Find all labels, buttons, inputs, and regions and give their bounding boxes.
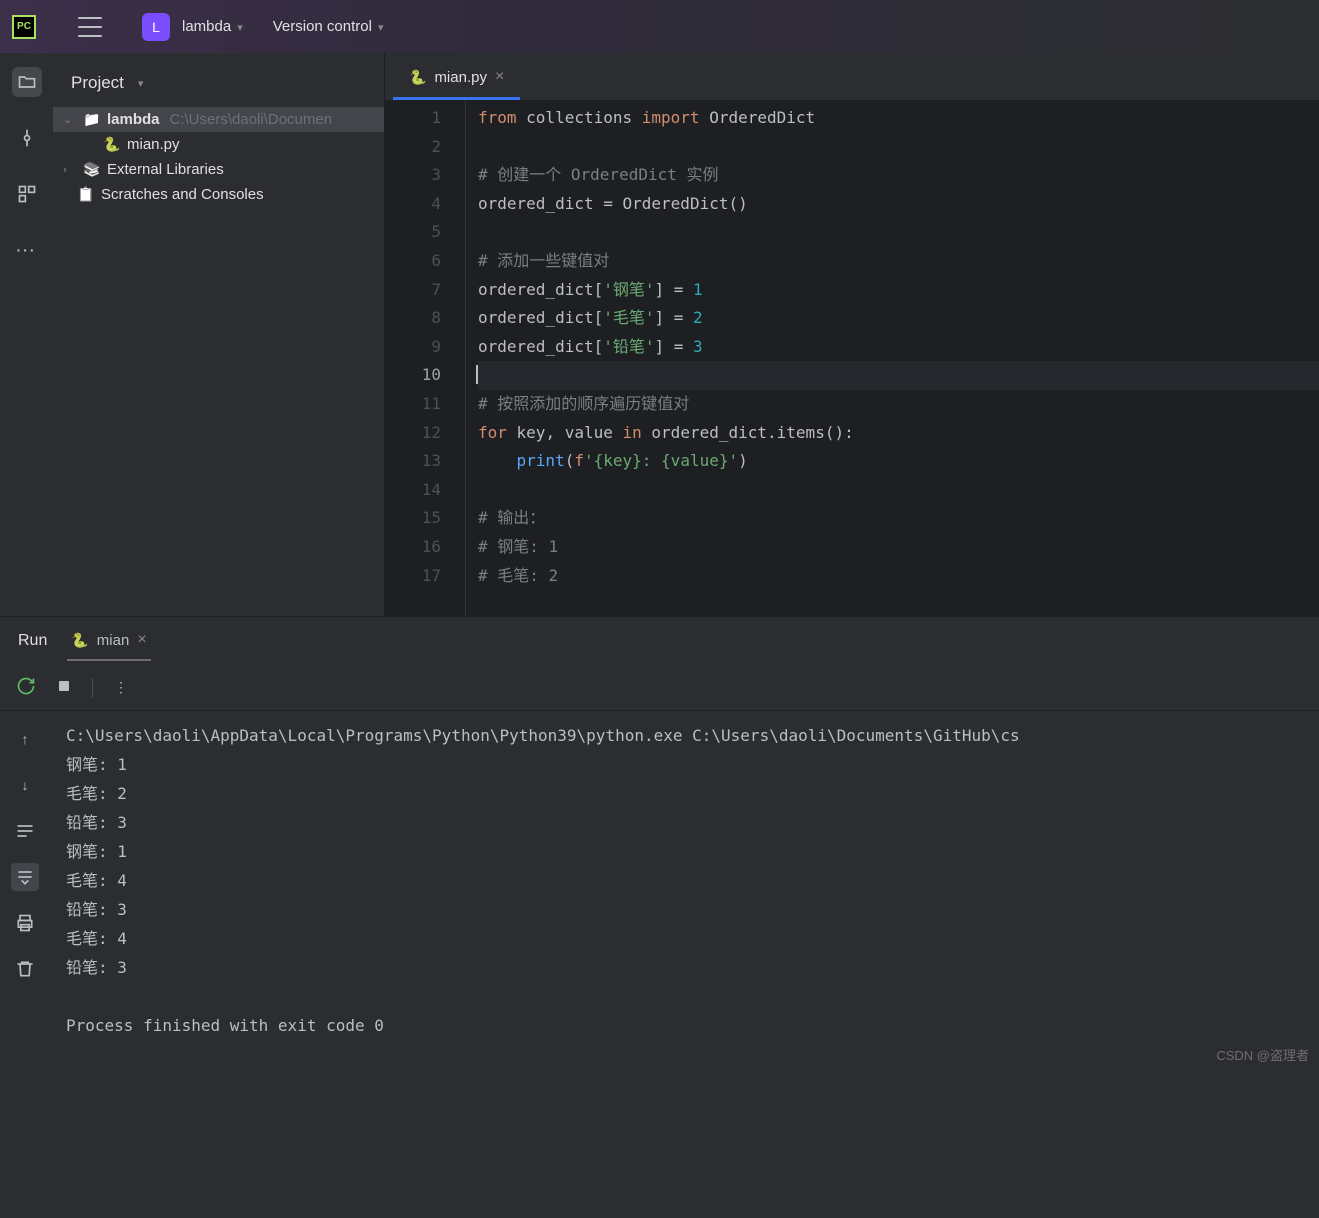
code-line[interactable]: # 创建一个 OrderedDict 实例 xyxy=(478,161,1319,190)
folder-icon xyxy=(83,111,101,128)
code-line[interactable]: # 添加一些键值对 xyxy=(478,247,1319,276)
left-tool-rail: ··· xyxy=(0,53,53,616)
more-tools-button[interactable]: ··· xyxy=(12,235,42,265)
expand-arrow-icon[interactable]: ⌄ xyxy=(63,113,77,126)
scratches-row[interactable]: Scratches and Consoles xyxy=(53,182,384,207)
run-toolbar: ⋮ xyxy=(0,665,1319,711)
external-libraries-row[interactable]: › External Libraries xyxy=(53,157,384,182)
tab-label: mian.py xyxy=(434,69,487,86)
project-panel-header[interactable]: Project ▾ xyxy=(53,65,384,101)
chevron-down-icon: ▾ xyxy=(138,77,144,90)
code-line[interactable] xyxy=(478,476,1319,505)
close-run-tab-button[interactable]: × xyxy=(137,631,146,649)
commit-tool-button[interactable] xyxy=(12,123,42,153)
close-tab-button[interactable]: × xyxy=(495,68,504,86)
project-badge[interactable]: L xyxy=(142,13,170,41)
python-file-icon xyxy=(71,632,88,649)
titlebar: PC L lambda▾ Version control▾ xyxy=(0,0,1319,53)
print-button[interactable] xyxy=(11,909,39,937)
run-panel: Run mian × ⋮ ↑ ↓ xyxy=(0,616,1319,1218)
editor-area: mian.py × 1234567891011121314151617 from… xyxy=(385,53,1319,616)
app-icon: PC xyxy=(12,15,36,39)
editor-tabs: mian.py × xyxy=(385,53,1319,100)
expand-arrow-icon[interactable]: › xyxy=(63,164,77,176)
project-name-dropdown[interactable]: lambda▾ xyxy=(182,18,243,35)
more-options-button[interactable]: ⋮ xyxy=(111,679,131,696)
file-label: mian.py xyxy=(127,136,180,153)
code-line[interactable] xyxy=(478,361,1319,390)
scroll-to-end-button[interactable] xyxy=(11,863,39,891)
library-icon xyxy=(83,161,101,178)
code-line[interactable]: # 毛笔: 2 xyxy=(478,562,1319,591)
vcs-dropdown[interactable]: Version control▾ xyxy=(273,18,384,35)
project-root-row[interactable]: ⌄ lambda C:\Users\daoli\Documen xyxy=(53,107,384,132)
code-line[interactable]: for key, value in ordered_dict.items(): xyxy=(478,419,1319,448)
code-line[interactable] xyxy=(478,218,1319,247)
main-menu-button[interactable] xyxy=(78,17,102,37)
code-line[interactable]: # 输出： xyxy=(478,504,1319,533)
stop-button[interactable] xyxy=(54,676,74,699)
python-file-icon xyxy=(103,136,121,153)
code-line[interactable]: ordered_dict = OrderedDict() xyxy=(478,190,1319,219)
chevron-down-icon: ▾ xyxy=(237,22,243,34)
soft-wrap-button[interactable] xyxy=(11,817,39,845)
scratch-icon xyxy=(77,186,95,203)
run-tab-header[interactable]: Run xyxy=(18,632,47,650)
console-rail: ↑ ↓ xyxy=(0,711,50,1218)
code-line[interactable]: ordered_dict['铅笔'] = 3 xyxy=(478,333,1319,362)
project-panel: Project ▾ ⌄ lambda C:\Users\daoli\Docume… xyxy=(53,53,385,616)
delete-button[interactable] xyxy=(11,955,39,983)
code-line[interactable]: from collections import OrderedDict xyxy=(478,104,1319,133)
editor-tab[interactable]: mian.py × xyxy=(393,57,520,100)
separator xyxy=(92,678,93,698)
code-line[interactable]: # 钢笔: 1 xyxy=(478,533,1319,562)
code-editor[interactable]: 1234567891011121314151617 from collectio… xyxy=(385,100,1319,616)
watermark: CSDN @盗理者 xyxy=(1216,1045,1309,1064)
down-stack-button[interactable]: ↓ xyxy=(11,771,39,799)
file-row[interactable]: mian.py xyxy=(53,132,384,157)
console-output[interactable]: C:\Users\daoli\AppData\Local\Programs\Py… xyxy=(50,711,1319,1218)
rerun-button[interactable] xyxy=(16,676,36,699)
code-line[interactable]: print(f'{key}: {value}') xyxy=(478,447,1319,476)
up-stack-button[interactable]: ↑ xyxy=(11,725,39,753)
python-file-icon xyxy=(409,69,426,86)
line-gutter: 1234567891011121314151617 xyxy=(385,100,465,616)
code-line[interactable] xyxy=(478,133,1319,162)
run-file-tab[interactable]: mian × xyxy=(67,621,150,661)
code-line[interactable]: ordered_dict['毛笔'] = 2 xyxy=(478,304,1319,333)
structure-tool-button[interactable] xyxy=(12,179,42,209)
code-line[interactable]: # 按照添加的顺序遍历键值对 xyxy=(478,390,1319,419)
code-line[interactable]: ordered_dict['钢笔'] = 1 xyxy=(478,276,1319,305)
project-tool-button[interactable] xyxy=(12,67,42,97)
chevron-down-icon: ▾ xyxy=(378,22,384,34)
